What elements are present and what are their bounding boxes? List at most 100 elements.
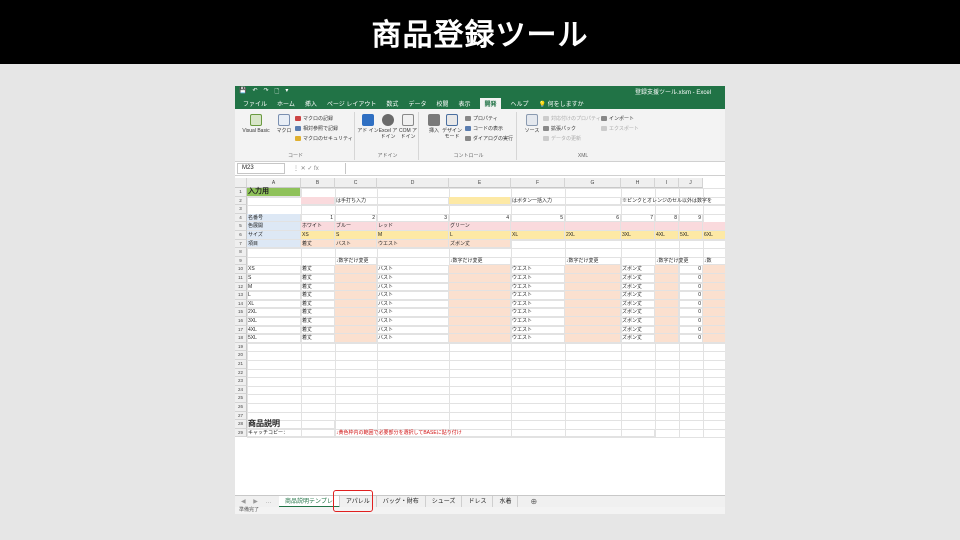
quick-access-icon[interactable]: 🗋 <box>275 87 280 97</box>
size-row-label[interactable]: 4XL <box>247 325 301 335</box>
item-cell[interactable]: ウエスト <box>511 299 565 309</box>
value-cell[interactable]: 0 <box>679 334 703 343</box>
cell-title-input[interactable]: 入力用 <box>247 188 301 197</box>
ribbon-tab[interactable]: ホーム <box>277 99 295 108</box>
item-value-cell[interactable]: バスト <box>335 239 377 249</box>
row-header[interactable]: 13 <box>235 291 247 300</box>
item-number-cell[interactable]: 6 <box>565 213 621 223</box>
row-header[interactable]: 29 <box>235 428 247 438</box>
item-cell[interactable]: ウエスト <box>511 317 565 326</box>
ribbon-tab[interactable]: 挿入 <box>305 99 317 108</box>
row-header[interactable]: 17 <box>235 325 247 335</box>
row-header[interactable]: 9 <box>235 256 247 266</box>
size-value-cell[interactable]: M <box>377 231 449 240</box>
item-cell[interactable]: 着丈 <box>301 317 335 326</box>
sheet-tab[interactable]: シューズ <box>426 495 463 508</box>
ribbon-tab[interactable]: データ <box>408 99 426 108</box>
ribbon-tab[interactable]: 開発 <box>480 97 501 109</box>
item-cell[interactable]: ウエスト <box>511 291 565 300</box>
row-header[interactable]: 28 <box>235 420 247 429</box>
column-header[interactable]: E <box>449 178 511 188</box>
quick-access-icon[interactable]: 💾 <box>239 87 246 97</box>
macro-security-button[interactable]: マクロのセキュリティ <box>295 135 353 142</box>
value-cell[interactable]: 0 <box>679 299 703 309</box>
relative-ref-button[interactable]: 相対参照で記録 <box>295 125 338 132</box>
sheet-nav-arrows[interactable]: ◀ ▶ … <box>235 498 279 505</box>
sheet-tab[interactable]: 商品説明テンプレ <box>279 495 340 508</box>
size-value-cell[interactable]: S <box>335 231 377 240</box>
input-cell[interactable] <box>565 282 621 292</box>
input-cell[interactable] <box>703 299 725 309</box>
row-header[interactable]: 24 <box>235 385 247 395</box>
legend-pink-cell[interactable] <box>301 196 335 206</box>
item-cell[interactable]: 着丈 <box>301 325 335 335</box>
name-box[interactable]: M23 <box>237 163 285 174</box>
size-row-label[interactable]: XL <box>247 299 301 309</box>
size-row-label[interactable]: XS <box>247 265 301 274</box>
item-cell[interactable]: ウエスト <box>511 325 565 335</box>
input-cell[interactable] <box>335 282 377 292</box>
record-macro-button[interactable]: マクロの記録 <box>295 115 333 122</box>
value-cell[interactable]: 0 <box>679 282 703 292</box>
item-cell[interactable]: ウエスト <box>511 274 565 283</box>
legend-yellow-cell[interactable] <box>449 196 511 206</box>
item-number-cell[interactable]: 5 <box>511 213 565 223</box>
item-cell[interactable]: バスト <box>377 334 449 343</box>
ribbon-tab[interactable]: 数式 <box>386 99 398 108</box>
row-header[interactable]: 16 <box>235 317 247 326</box>
item-number-cell[interactable]: 8 <box>655 213 679 223</box>
item-cell[interactable]: ズボン丈 <box>621 334 655 343</box>
input-cell[interactable] <box>703 334 725 343</box>
input-cell[interactable] <box>565 334 621 343</box>
item-cell[interactable]: バスト <box>377 317 449 326</box>
item-cell[interactable]: ズボン丈 <box>621 299 655 309</box>
input-cell[interactable] <box>335 308 377 317</box>
row-header[interactable]: 20 <box>235 351 247 360</box>
change-hint-cell[interactable]: ↓数 <box>703 257 725 266</box>
row-header[interactable]: 25 <box>235 394 247 403</box>
row-header[interactable]: 5 <box>235 222 247 231</box>
item-cell[interactable]: ズボン丈 <box>621 274 655 283</box>
row-header[interactable]: 19 <box>235 342 247 352</box>
item-cell[interactable]: ズボン丈 <box>621 317 655 326</box>
input-cell[interactable] <box>703 308 725 317</box>
size-row-label[interactable]: M <box>247 282 301 292</box>
item-number-cell[interactable]: 1 <box>301 213 335 223</box>
color-label-cell[interactable]: 色展開 <box>247 222 301 231</box>
input-cell[interactable] <box>565 325 621 335</box>
item-number-cell[interactable]: 7 <box>621 213 655 223</box>
input-cell[interactable] <box>335 291 377 300</box>
input-cell[interactable] <box>449 291 511 300</box>
item-cell[interactable]: 着丈 <box>301 282 335 292</box>
column-header[interactable]: I <box>655 178 679 188</box>
input-cell[interactable] <box>335 334 377 343</box>
item-cell[interactable]: 着丈 <box>301 274 335 283</box>
item-value-cell[interactable]: ズボン丈 <box>449 239 511 249</box>
value-cell[interactable]: 0 <box>679 317 703 326</box>
color-value-cell[interactable]: グリーン <box>449 222 511 231</box>
color-value-cell[interactable] <box>679 222 703 231</box>
item-cell[interactable]: 着丈 <box>301 299 335 309</box>
ribbon-tab[interactable]: ヘルプ <box>511 99 529 108</box>
input-cell[interactable] <box>703 291 725 300</box>
size-row-label[interactable]: 2XL <box>247 308 301 317</box>
item-cell[interactable]: バスト <box>377 308 449 317</box>
refresh-data-button[interactable]: データの更新 <box>543 135 581 142</box>
item-label-cell[interactable]: 項目 <box>247 239 301 249</box>
map-properties-button[interactable]: 対応付けのプロパティ <box>543 115 601 122</box>
com-addin-button[interactable]: COM アドイン <box>397 114 419 140</box>
item-number-cell[interactable]: 名番号 <box>247 213 301 223</box>
value-cell[interactable]: 0 <box>679 291 703 300</box>
color-value-cell[interactable] <box>655 222 679 231</box>
import-button[interactable]: インポート <box>601 115 634 122</box>
color-value-cell[interactable]: レッド <box>377 222 449 231</box>
size-row-label[interactable]: 5XL <box>247 334 301 343</box>
row-header[interactable]: 10 <box>235 265 247 274</box>
row-header[interactable]: 15 <box>235 308 247 317</box>
input-cell[interactable] <box>449 299 511 309</box>
sheet-tab[interactable]: 水着 <box>493 495 519 508</box>
input-cell[interactable] <box>449 317 511 326</box>
change-hint-cell[interactable]: ↓数字だけ変更 <box>565 256 621 266</box>
value-cell[interactable]: 0 <box>679 308 703 317</box>
input-cell[interactable] <box>655 299 679 309</box>
